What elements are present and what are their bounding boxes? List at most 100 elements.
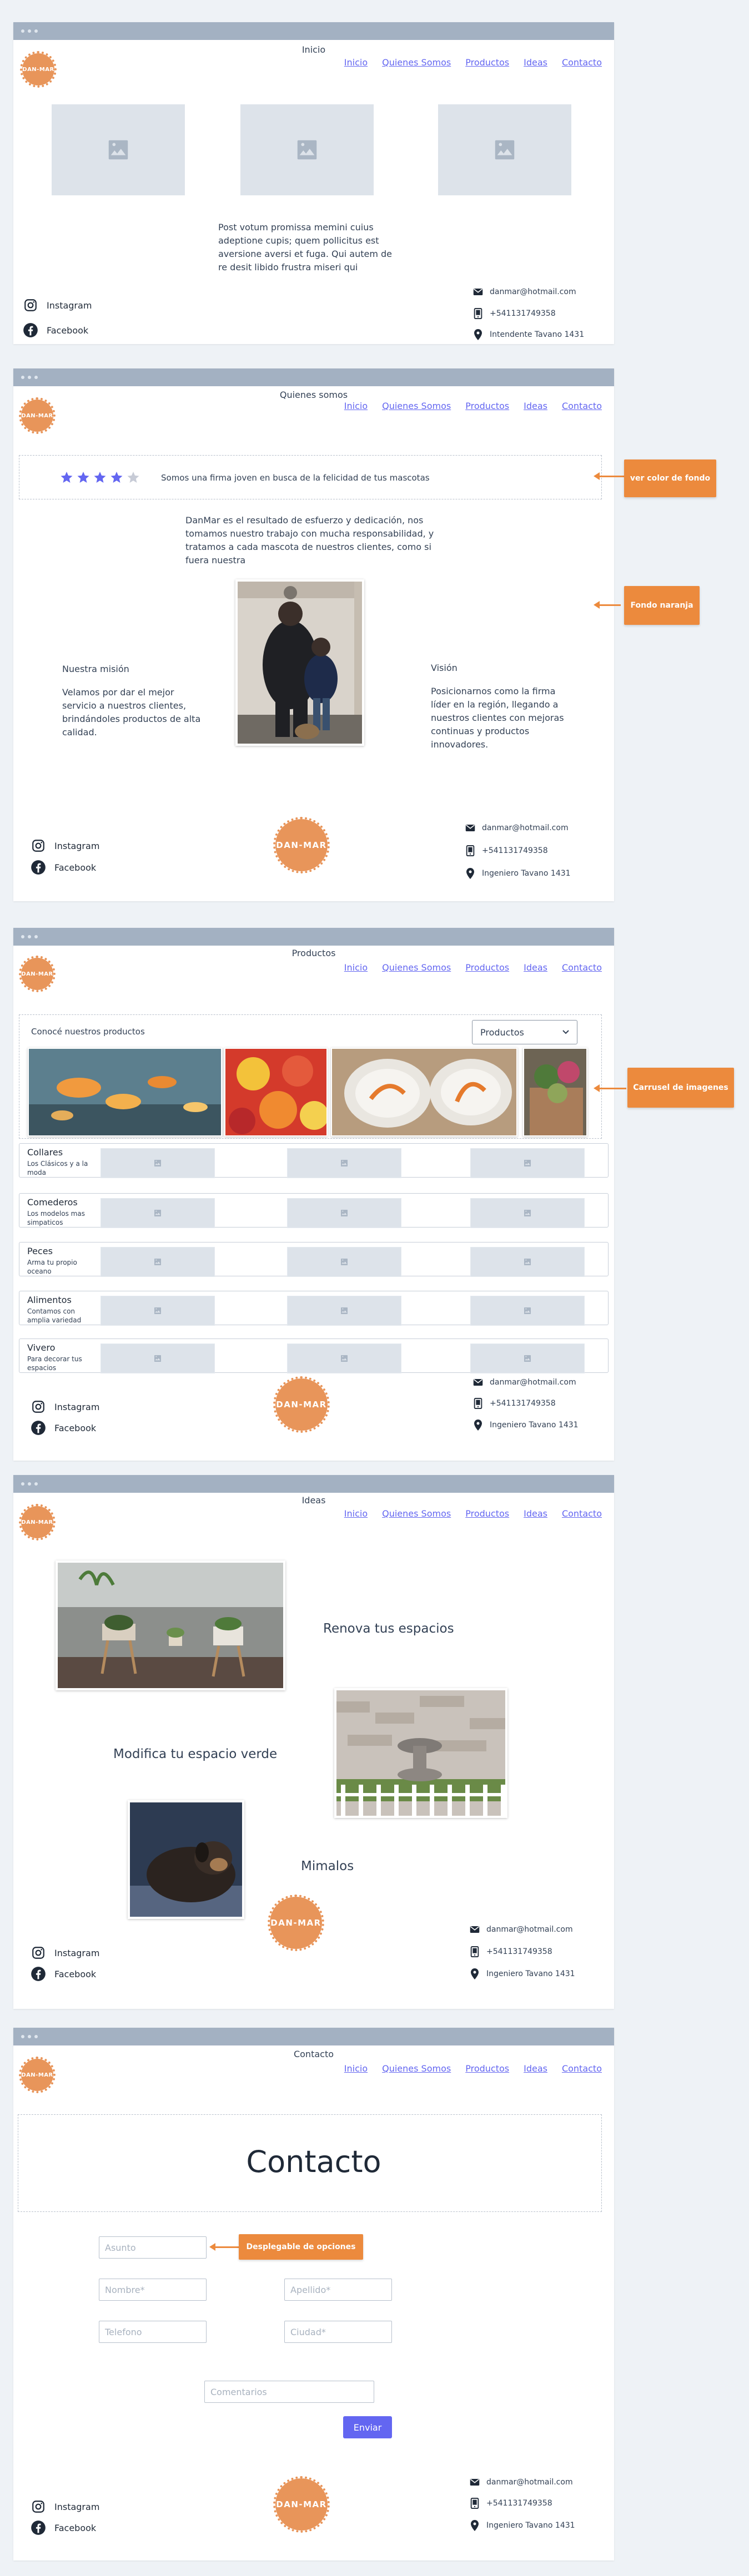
product-image-placeholder[interactable] — [287, 1247, 401, 1277]
contact-email[interactable]: danmar@hotmail.com — [472, 286, 576, 298]
nav-contacto[interactable]: Contacto — [562, 2063, 602, 2074]
nav-quienes-somos[interactable]: Quienes Somos — [382, 2063, 451, 2074]
category-subtitle: Contamos con amplia variedad — [27, 1307, 82, 1324]
category-row[interactable]: Vivero Para decorar tus espacios — [19, 1338, 609, 1373]
facebook-link[interactable]: Facebook — [22, 322, 88, 339]
asunto-select[interactable]: Asunto — [99, 2236, 207, 2259]
nav-quienes-somos[interactable]: Quienes Somos — [382, 401, 451, 411]
nav-ideas[interactable]: Ideas — [524, 57, 547, 68]
footer-logo[interactable]: DAN-MAR — [273, 1376, 330, 1433]
contact-phone[interactable]: +541131749358 — [464, 845, 548, 857]
nav-inicio[interactable]: Inicio — [344, 1508, 368, 1519]
instagram-link[interactable]: Instagram — [22, 297, 92, 314]
nav-contacto[interactable]: Contacto — [562, 57, 602, 68]
nav-ideas[interactable]: Ideas — [524, 1508, 547, 1519]
carousel-image[interactable] — [331, 1048, 517, 1137]
nav-quienes-somos[interactable]: Quienes Somos — [382, 1508, 451, 1519]
footer-logo[interactable]: DAN-MAR — [273, 817, 330, 873]
contact-phone[interactable]: +541131749358 — [469, 1946, 552, 1958]
comentarios-field[interactable]: Comentarios — [204, 2381, 374, 2403]
product-image-placeholder[interactable] — [470, 1148, 585, 1178]
instagram-link[interactable]: Instagram — [30, 837, 99, 854]
carousel-image[interactable] — [224, 1048, 328, 1137]
product-image-placeholder[interactable] — [287, 1198, 401, 1228]
category-row[interactable]: Collares Los Clásicos y a la moda — [19, 1143, 609, 1178]
image-placeholder-icon — [524, 1307, 531, 1314]
category-row[interactable]: Comederos Los modelos mas simpaticos — [19, 1193, 609, 1228]
nav-productos[interactable]: Productos — [465, 2063, 509, 2074]
facebook-link[interactable]: Facebook — [30, 1420, 96, 1436]
location-pin-icon — [469, 2519, 481, 2532]
contact-email[interactable]: danmar@hotmail.com — [469, 1923, 573, 1936]
logo[interactable]: DAN-MAR — [19, 397, 56, 434]
carousel-image[interactable] — [28, 1048, 222, 1137]
submit-button[interactable]: Enviar — [343, 2416, 392, 2438]
category-row[interactable]: Peces Arma tu propio oceano — [19, 1242, 609, 1277]
nav-contacto[interactable]: Contacto — [562, 962, 602, 973]
nav-quienes-somos[interactable]: Quienes Somos — [382, 57, 451, 68]
annotation-arrow — [594, 472, 626, 480]
logo[interactable]: DAN-MAR — [20, 51, 57, 88]
contact-email[interactable]: danmar@hotmail.com — [472, 1376, 576, 1388]
contact-phone[interactable]: +541131749358 — [472, 1397, 556, 1410]
facebook-icon — [30, 1420, 47, 1436]
logo[interactable]: DAN-MAR — [19, 956, 56, 992]
facebook-link[interactable]: Facebook — [30, 1966, 96, 1982]
product-image-placeholder[interactable] — [100, 1296, 215, 1326]
telefono-field[interactable]: Telefono — [99, 2321, 207, 2343]
apellido-field[interactable]: Apellido* — [284, 2279, 392, 2301]
nav-ideas[interactable]: Ideas — [524, 962, 547, 973]
nombre-field[interactable]: Nombre* — [99, 2279, 207, 2301]
instagram-label: Instagram — [54, 1947, 100, 1958]
nav-ideas[interactable]: Ideas — [524, 401, 547, 411]
contact-phone[interactable]: +541131749358 — [469, 2497, 552, 2509]
product-image-placeholder[interactable] — [287, 1296, 401, 1326]
nav-contacto[interactable]: Contacto — [562, 1508, 602, 1519]
phone-icon — [469, 1946, 481, 1958]
product-image-placeholder[interactable] — [287, 1343, 401, 1373]
product-image-placeholder[interactable] — [287, 1148, 401, 1178]
instagram-link[interactable]: Instagram — [30, 2498, 99, 2515]
instagram-link[interactable]: Instagram — [30, 1398, 99, 1415]
nav-contacto[interactable]: Contacto — [562, 401, 602, 411]
product-image-placeholder[interactable] — [470, 1247, 585, 1277]
vision-title: Visión — [431, 663, 458, 673]
product-image-placeholder[interactable] — [100, 1247, 215, 1277]
category-subtitle: Para decorar tus espacios — [27, 1355, 82, 1372]
facebook-link[interactable]: Facebook — [30, 2519, 96, 2536]
footer-logo[interactable]: DAN-MAR — [273, 2476, 330, 2533]
ciudad-field[interactable]: Ciudad* — [284, 2321, 392, 2343]
contact-email[interactable]: danmar@hotmail.com — [464, 822, 569, 834]
carousel-title: Conocé nuestros productos — [31, 1027, 145, 1037]
category-row[interactable]: Alimentos Contamos con amplia variedad — [19, 1291, 609, 1326]
carousel-image[interactable] — [523, 1048, 587, 1137]
nav-ideas[interactable]: Ideas — [524, 2063, 547, 2074]
logo[interactable]: DAN-MAR — [19, 2057, 56, 2093]
nav-productos[interactable]: Productos — [465, 57, 509, 68]
instagram-label: Instagram — [54, 1401, 100, 1412]
instagram-link[interactable]: Instagram — [30, 1944, 99, 1961]
nav-productos[interactable]: Productos — [465, 1508, 509, 1519]
nav-inicio[interactable]: Inicio — [344, 962, 368, 973]
nav-inicio[interactable]: Inicio — [344, 2063, 368, 2074]
logo[interactable]: DAN-MAR — [19, 1504, 56, 1540]
nav-inicio[interactable]: Inicio — [344, 401, 368, 411]
product-image-placeholder[interactable] — [470, 1198, 585, 1228]
product-image-placeholder[interactable] — [100, 1198, 215, 1228]
product-image-placeholder[interactable] — [470, 1296, 585, 1326]
nav-productos[interactable]: Productos — [465, 401, 509, 411]
product-image-placeholder[interactable] — [470, 1343, 585, 1373]
contact-phone[interactable]: +541131749358 — [472, 307, 556, 320]
product-image-placeholder[interactable] — [100, 1148, 215, 1178]
nav-quienes-somos[interactable]: Quienes Somos — [382, 962, 451, 973]
contact-email[interactable]: danmar@hotmail.com — [469, 2476, 573, 2488]
nav-productos[interactable]: Productos — [465, 962, 509, 973]
nav-inicio[interactable]: Inicio — [344, 57, 368, 68]
page-title: Inicio — [301, 44, 326, 55]
product-image-placeholder[interactable] — [100, 1343, 215, 1373]
image-placeholder — [52, 104, 185, 195]
products-select[interactable]: Productos — [472, 1020, 577, 1044]
facebook-link[interactable]: Facebook — [30, 859, 96, 876]
main-nav: Inicio Quienes Somos Productos Ideas Con… — [344, 1508, 602, 1519]
footer-logo[interactable]: DAN-MAR — [268, 1895, 324, 1951]
